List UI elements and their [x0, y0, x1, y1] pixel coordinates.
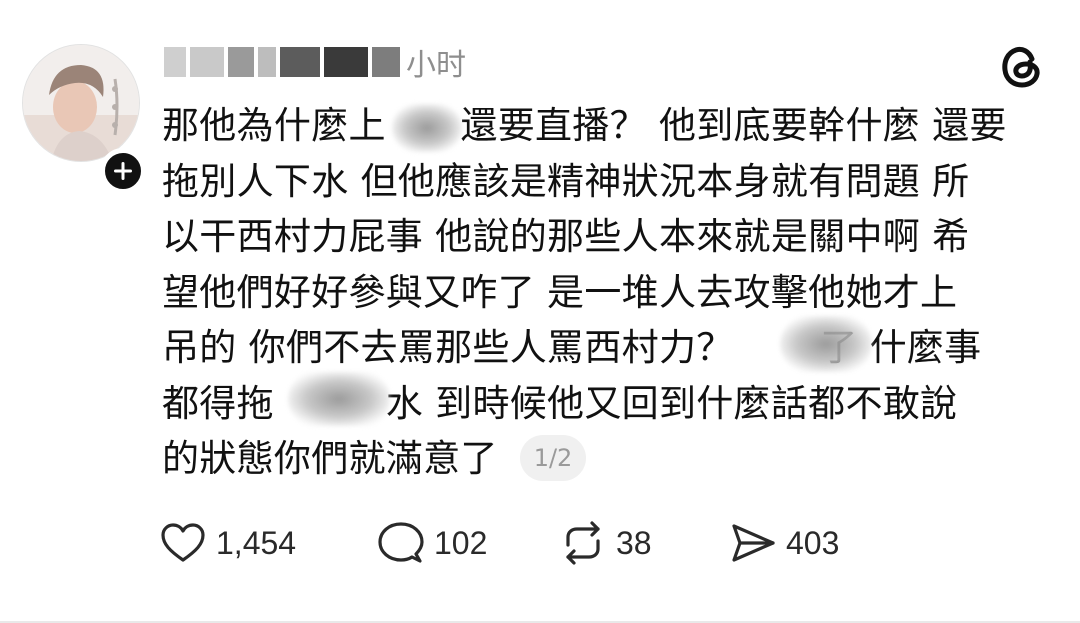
post-text-line: 吊的 你們不去罵那些人罵西村力？ 了 什麼事 [162, 326, 982, 369]
like-button[interactable]: 1,454 [160, 518, 378, 568]
avatar-container[interactable] [22, 44, 146, 194]
post-text-line: 那他為什麼上 還要直播？ 他到底要幹什麼 還要 [162, 104, 1007, 147]
reply-button[interactable]: 102 [378, 518, 560, 568]
action-bar: 1,454 102 38 403 [160, 518, 860, 568]
threads-logo-icon[interactable] [998, 42, 1046, 90]
profile-photo [23, 45, 139, 161]
paper-plane-icon [732, 524, 775, 562]
repost-count: 38 [616, 524, 652, 561]
redaction-blur [392, 104, 462, 152]
like-count: 1,454 [216, 524, 297, 561]
post-text-line: 的狀態你們就滿意了 [162, 437, 498, 480]
post-header: 小时 [164, 40, 466, 84]
repost-arrows-icon [566, 521, 600, 565]
redacted-username [324, 47, 368, 77]
redacted-username [164, 47, 186, 77]
post-body: 那他為什麼上 還要直播？ 他到底要幹什麼 還要 拖別人下水 但他應該是精神狀況本… [162, 98, 1042, 487]
post-timestamp: 小时 [406, 48, 466, 83]
redaction-blur [288, 372, 390, 426]
redacted-username [190, 47, 224, 77]
share-button[interactable]: 403 [730, 518, 860, 568]
repost-button[interactable]: 38 [560, 518, 730, 568]
post-text-line: 以干西村力屁事 他說的那些人本來就是關中啊 希 [162, 215, 970, 258]
avatar[interactable] [22, 44, 140, 162]
follow-button[interactable] [100, 148, 146, 194]
share-count: 403 [786, 524, 840, 561]
redacted-username [372, 47, 400, 77]
threads-post: 小时 那他為什麼上 還要直播？ 他到底要幹什麼 還要 拖別人下水 但他應該是精神… [0, 0, 1080, 623]
post-text-line: 望他們好好參與又咋了 是一堆人去攻擊他她才上 [162, 270, 958, 314]
redacted-username [258, 47, 276, 77]
speech-bubble-icon [378, 522, 424, 563]
heart-icon [161, 523, 205, 562]
redacted-username [228, 47, 254, 77]
pagination-indicator[interactable]: 1/2 [519, 434, 587, 481]
reply-count: 102 [434, 524, 488, 561]
plus-icon [114, 162, 132, 180]
post-text-line-last: 的狀態你們就滿意了 1/2 [162, 431, 1042, 487]
post-text-line: 拖別人下水 但他應該是精神狀況本身就有問題 所 [162, 159, 970, 203]
redacted-username [280, 47, 320, 77]
redaction-blur [780, 316, 872, 372]
